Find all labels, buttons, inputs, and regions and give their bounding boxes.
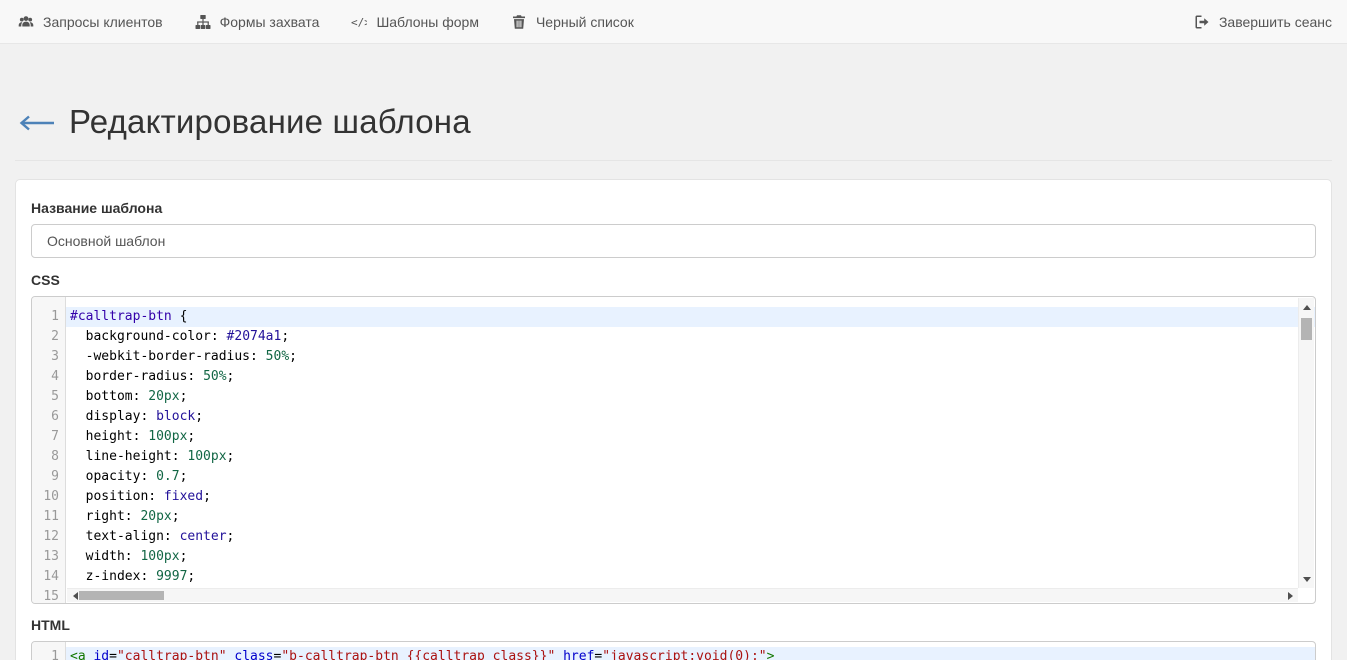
- code-line: #calltrap-btn {: [66, 307, 1315, 327]
- line-number: 5: [32, 387, 65, 407]
- template-name-label: Название шаблона: [31, 200, 1316, 216]
- line-number: 15: [32, 587, 65, 604]
- code-line: background-color: #2074a1;: [66, 327, 1315, 347]
- navbar-item-client-requests[interactable]: Запросы клиентов: [18, 0, 179, 44]
- navbar-item-capture-forms[interactable]: Формы захвата: [179, 0, 336, 44]
- svg-text:</>: </>: [351, 16, 367, 29]
- template-name-input[interactable]: [31, 224, 1316, 258]
- code-line: position: fixed;: [66, 487, 1315, 507]
- template-edit-panel: Название шаблона CSS 1234567891011121314…: [15, 179, 1332, 660]
- code-line: -webkit-border-radius: 50%;: [66, 347, 1315, 367]
- code-line: bottom: 20px;: [66, 387, 1315, 407]
- css-editor-gutter: 123456789101112131415: [32, 297, 66, 603]
- css-code-editor[interactable]: 123456789101112131415 #calltrap-btn { ba…: [31, 296, 1316, 604]
- vertical-scroll-thumb[interactable]: [1301, 318, 1312, 340]
- navbar-item-form-templates[interactable]: </> Шаблоны форм: [335, 0, 495, 44]
- css-label: CSS: [31, 272, 1316, 288]
- line-number: 9: [32, 467, 65, 487]
- page-header: Редактирование шаблона: [15, 103, 1332, 161]
- code-line: width: 100px;: [66, 547, 1315, 567]
- navbar-item-label: Шаблоны форм: [376, 14, 479, 30]
- html-label: HTML: [31, 617, 1316, 633]
- line-number: 12: [32, 527, 65, 547]
- navbar-item-label: Запросы клиентов: [43, 14, 163, 30]
- css-editor-code[interactable]: #calltrap-btn { background-color: #2074a…: [66, 297, 1315, 603]
- code-line: z-index: 9997;: [66, 567, 1315, 587]
- html-editor-gutter: 1: [32, 642, 66, 660]
- back-button[interactable]: [18, 115, 56, 136]
- code-line: border-radius: 50%;: [66, 367, 1315, 387]
- trash-icon: [511, 14, 527, 30]
- code-icon: </>: [351, 14, 367, 30]
- line-number: 13: [32, 547, 65, 567]
- top-navbar: Запросы клиентов Формы захвата </> Шаблоны …: [0, 0, 1347, 44]
- navbar-item-blacklist[interactable]: Черный список: [495, 0, 650, 44]
- navbar-item-label: Черный список: [536, 14, 634, 30]
- code-line: text-align: center;: [66, 527, 1315, 547]
- line-number: 1: [32, 307, 65, 327]
- line-number: 10: [32, 487, 65, 507]
- navbar-item-label: Формы захвата: [220, 14, 320, 30]
- page-content: Редактирование шаблона Название шаблона …: [0, 103, 1347, 660]
- code-line: display: block;: [66, 407, 1315, 427]
- code-line: right: 20px;: [66, 507, 1315, 527]
- css-editor-horizontal-scrollbar[interactable]: [67, 588, 1298, 602]
- navbar-right: Завершить сеанс: [1178, 0, 1332, 44]
- html-editor-code[interactable]: <a id="calltrap-btn" class="b-calltrap-b…: [66, 642, 1315, 660]
- sign-out-icon: [1194, 14, 1210, 30]
- line-number: 2: [32, 327, 65, 347]
- navbar-left: Запросы клиентов Формы захвата </> Шаблоны …: [18, 0, 650, 44]
- back-arrow-icon: [18, 115, 56, 136]
- code-line: height: 100px;: [66, 427, 1315, 447]
- line-number: 8: [32, 447, 65, 467]
- scroll-right-button[interactable]: [1282, 589, 1298, 603]
- line-number: 11: [32, 507, 65, 527]
- navbar-item-end-session[interactable]: Завершить сеанс: [1178, 0, 1332, 44]
- horizontal-scroll-thumb[interactable]: [79, 591, 164, 600]
- scroll-up-button[interactable]: [1299, 300, 1315, 314]
- html-code-editor[interactable]: 1 <a id="calltrap-btn" class="b-calltrap…: [31, 641, 1316, 660]
- line-number: 7: [32, 427, 65, 447]
- css-editor-vertical-scrollbar[interactable]: [1298, 298, 1314, 588]
- line-number: 1: [32, 647, 65, 660]
- line-number: 3: [32, 347, 65, 367]
- line-number: 6: [32, 407, 65, 427]
- scroll-down-button[interactable]: [1299, 572, 1315, 586]
- line-number: 4: [32, 367, 65, 387]
- page-title: Редактирование шаблона: [69, 103, 471, 141]
- navbar-item-label: Завершить сеанс: [1219, 14, 1332, 30]
- users-icon: [18, 14, 34, 30]
- line-number: 14: [32, 567, 65, 587]
- code-line: opacity: 0.7;: [66, 467, 1315, 487]
- code-line: line-height: 100px;: [66, 447, 1315, 467]
- sitemap-icon: [195, 14, 211, 30]
- code-line: <a id="calltrap-btn" class="b-calltrap-b…: [66, 647, 1315, 660]
